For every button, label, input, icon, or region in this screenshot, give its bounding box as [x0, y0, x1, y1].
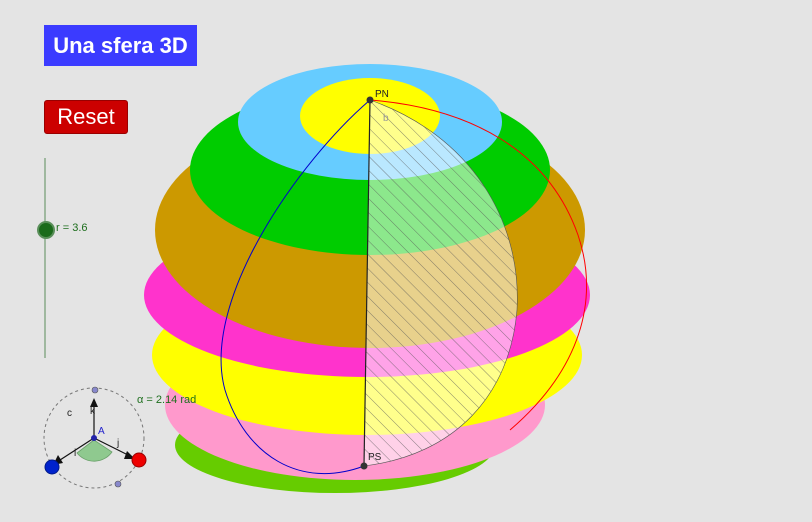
axis-i-handle[interactable]: [44, 459, 60, 475]
circle-c-label: c: [67, 408, 72, 419]
orientation-angle-arc: [76, 439, 113, 462]
angle-b-label: b: [383, 113, 389, 124]
south-pole-label: PS: [368, 452, 382, 463]
sphere-canvas[interactable]: PN PS b A k j i c: [0, 0, 812, 522]
angle-alpha-label: α = 2.14 rad: [137, 394, 197, 406]
axis-k-label: k: [90, 406, 96, 417]
orientation-bottom-point[interactable]: [114, 480, 122, 488]
origin-point[interactable]: [91, 435, 97, 441]
origin-label: A: [98, 426, 105, 437]
axis-i-label: i: [74, 448, 76, 459]
axis-k-top-point[interactable]: [91, 386, 99, 394]
north-pole-point[interactable]: [366, 96, 374, 104]
axis-j-handle[interactable]: [131, 452, 147, 468]
north-pole-label: PN: [375, 89, 389, 100]
south-pole-point[interactable]: [360, 462, 368, 470]
axis-j-label: j: [116, 438, 119, 449]
